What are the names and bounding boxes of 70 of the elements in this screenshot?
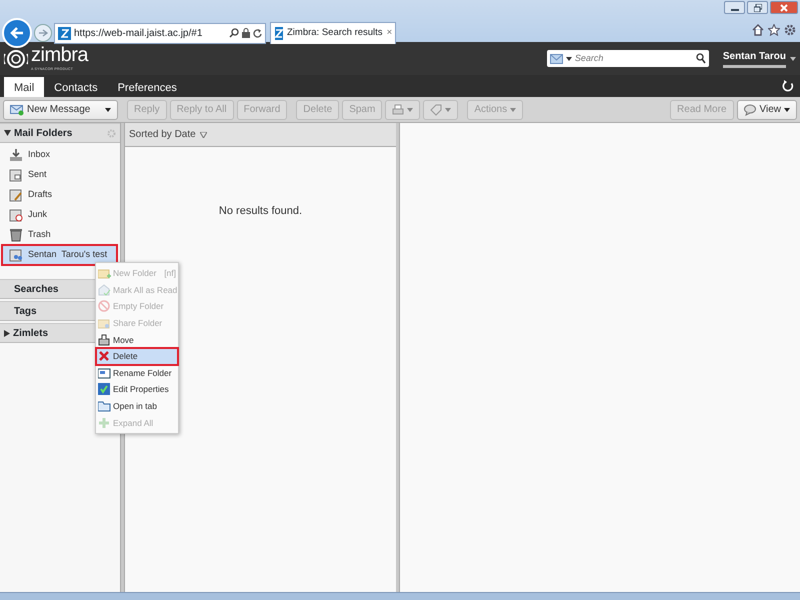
app-tab[interactable]: Mail <box>4 77 44 97</box>
caret-icon <box>105 108 111 112</box>
search-box[interactable]: Search <box>546 50 709 67</box>
empty-message: No results found. <box>218 204 304 219</box>
shared-folder-icon <box>9 248 23 262</box>
menu-item[interactable]: Edit Properties <box>96 381 178 398</box>
collapsed-arrow-icon <box>4 330 10 336</box>
folder-item[interactable]: Sent <box>2 165 117 185</box>
app-tab[interactable]: Contacts <box>44 77 108 97</box>
back-button[interactable] <box>2 18 32 48</box>
logo-text: zimbra <box>31 44 88 66</box>
basket-icon <box>98 334 111 346</box>
folder-item[interactable]: Junk <box>2 205 117 225</box>
plus-icon <box>98 416 111 429</box>
no-entry-icon <box>98 300 111 312</box>
caret-icon <box>784 108 790 112</box>
print-icon <box>392 104 404 116</box>
user-menu[interactable]: Sentan Tarou <box>722 49 786 68</box>
address-bar[interactable]: https://web-mail.jaist.ac.jp/#1 <box>54 22 266 44</box>
star-icon[interactable] <box>768 24 780 36</box>
close-icon <box>780 4 788 12</box>
shared-folder-icon <box>98 317 111 330</box>
caret-icon <box>445 108 452 112</box>
checklist-icon <box>98 383 111 396</box>
tab-close-button[interactable]: × <box>386 26 392 41</box>
folder-item[interactable]: Trash <box>2 225 117 245</box>
refresh-icon[interactable] <box>253 28 262 38</box>
caret-icon <box>510 108 516 112</box>
folder-item[interactable]: Sentan Tarou's test <box>2 245 117 265</box>
new-folder-icon <box>98 267 111 280</box>
settings-icon[interactable] <box>784 24 796 36</box>
menu-item[interactable]: Rename Folder <box>96 364 178 382</box>
lock-icon <box>242 28 250 38</box>
new-mail-icon <box>10 104 24 116</box>
back-arrow-icon <box>10 27 24 39</box>
app-tab[interactable]: Preferences <box>108 77 187 97</box>
search-icon[interactable] <box>229 28 239 38</box>
caret-icon <box>407 108 414 112</box>
browser-tab[interactable]: Zimbra: Search results × <box>270 22 396 44</box>
folder-item[interactable]: Drafts <box>2 185 117 205</box>
site-favicon-icon <box>275 29 283 38</box>
toolbar-button[interactable]: New Message <box>3 100 118 120</box>
folder-blocked-icon <box>9 208 23 222</box>
logo-icon <box>4 48 28 68</box>
delete-x-icon <box>98 350 111 362</box>
sort-arrow-icon[interactable] <box>200 132 207 138</box>
tab-title: Zimbra: Search results <box>287 26 383 40</box>
caret-icon[interactable] <box>790 56 796 60</box>
site-favicon-icon <box>60 28 68 38</box>
mail-icon <box>550 54 563 64</box>
menu-item[interactable]: Open in tab <box>96 398 178 414</box>
toolbar-button[interactable]: View <box>736 100 797 120</box>
menu-item[interactable]: Delete <box>96 348 178 365</box>
expanded-arrow-icon <box>4 130 11 136</box>
caret-icon <box>566 56 572 60</box>
forward-arrow-icon <box>38 29 48 37</box>
restore-icon <box>754 4 762 12</box>
minimize-button[interactable] <box>724 1 745 14</box>
folder-pencil-icon <box>9 188 23 202</box>
trash-icon <box>9 228 23 242</box>
restore-button[interactable] <box>747 1 768 14</box>
address-text: https://web-mail.jaist.ac.jp/#1 <box>74 26 202 40</box>
download-tray-icon <box>9 148 23 162</box>
search-icon[interactable] <box>696 53 706 64</box>
sort-label[interactable]: Sorted by Date <box>129 127 196 142</box>
home-icon[interactable] <box>752 24 764 36</box>
close-button[interactable] <box>770 1 798 14</box>
section-header[interactable]: Mail Folders <box>0 123 120 143</box>
tag-icon <box>430 104 442 116</box>
folder-item[interactable]: Inbox <box>2 145 117 165</box>
